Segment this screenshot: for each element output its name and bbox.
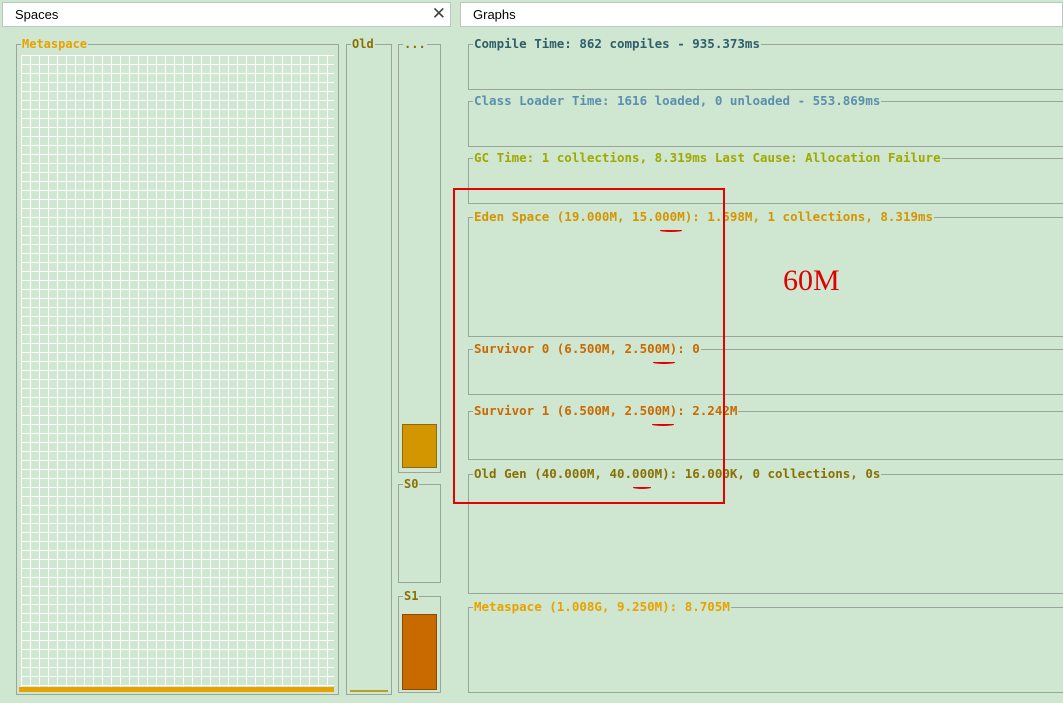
old-space: Old <box>346 37 392 695</box>
tab-spaces-label: Spaces <box>15 7 59 22</box>
old-space-label: Old <box>351 37 375 51</box>
s0-space-label: S0 <box>403 477 420 491</box>
metaspace-graph-label: Metaspace (1.008G, 9.250M): 8.705M <box>473 599 731 614</box>
metaspace-graph: Metaspace (1.008G, 9.250M): 8.705M <box>468 600 1063 693</box>
s1-usage-bar <box>402 614 437 690</box>
s1-space-label: S1 <box>403 589 420 603</box>
eden-space-label: ... <box>403 37 427 51</box>
compile-time-label: Compile Time: 862 compiles - 935.373ms <box>473 36 761 51</box>
tab-graphs[interactable]: Graphs <box>460 2 1063 27</box>
metaspace-grid <box>21 55 334 687</box>
annotation-text: 60M <box>783 264 840 297</box>
metaspace-usage-bar <box>19 687 334 692</box>
class-loader-label: Class Loader Time: 1616 loaded, 0 unload… <box>473 93 882 108</box>
metaspace-space-label: Metaspace <box>21 37 89 51</box>
class-loader-graph: Class Loader Time: 1616 loaded, 0 unload… <box>468 94 1063 147</box>
old-usage-bar <box>350 690 388 692</box>
tab-spaces[interactable]: Spaces ✕ <box>2 2 451 27</box>
s1-space: S1 <box>398 589 441 693</box>
annotation-underline <box>652 423 674 426</box>
annotation-underline <box>653 361 675 364</box>
annotation-underline <box>633 486 651 489</box>
tab-graphs-label: Graphs <box>473 7 516 22</box>
close-icon[interactable]: ✕ <box>432 4 446 24</box>
eden-space: ... <box>398 37 441 473</box>
annotation-underline <box>660 229 682 232</box>
compile-time-graph: Compile Time: 862 compiles - 935.373ms <box>468 37 1063 90</box>
s0-space: S0 <box>398 477 441 583</box>
gc-time-label: GC Time: 1 collections, 8.319ms Last Cau… <box>473 150 942 165</box>
eden-usage-bar <box>402 424 437 468</box>
metaspace-space: Metaspace <box>16 37 339 695</box>
annotation-highlight-box <box>453 188 725 504</box>
